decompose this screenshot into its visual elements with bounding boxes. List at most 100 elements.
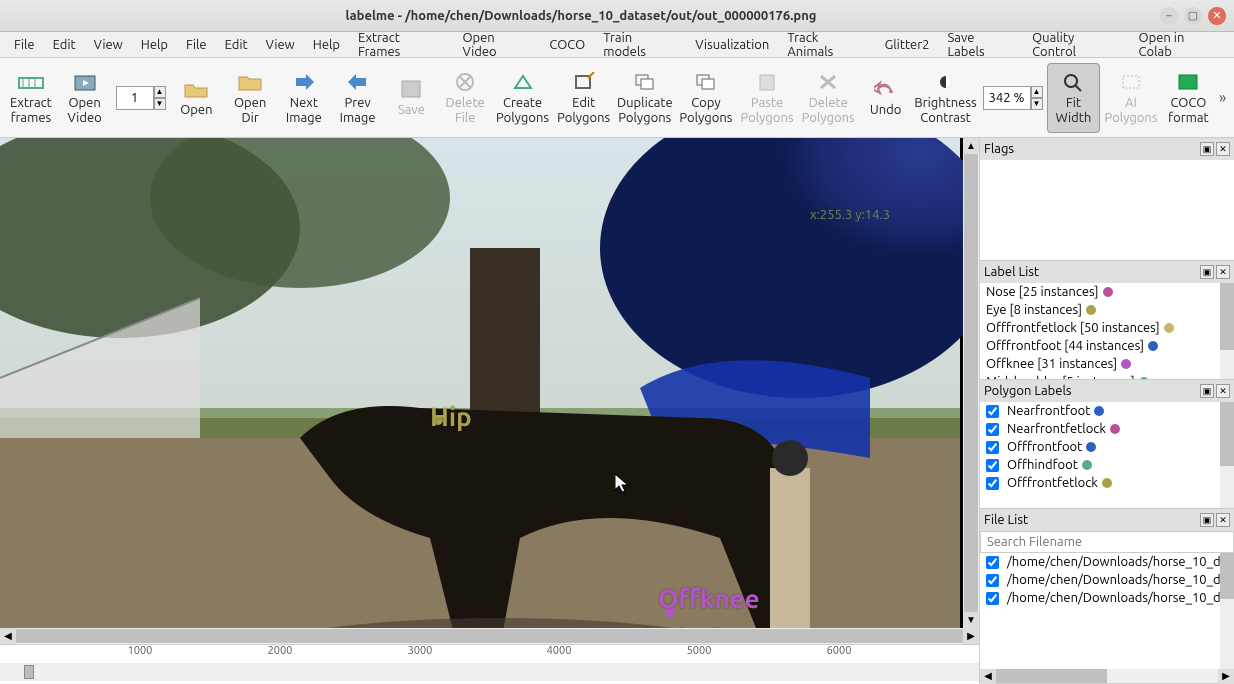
label-list-item[interactable]: Offknee [31 instances] [980, 355, 1234, 373]
frame-number-input[interactable] [116, 86, 154, 110]
file-checkbox[interactable] [986, 592, 999, 605]
polygon-label-item[interactable]: Offfrontfoot [980, 438, 1234, 456]
open-video-button[interactable]: Open Video [58, 63, 112, 133]
keypoint-dot[interactable] [665, 607, 675, 617]
canvas-horizontal-scrollbar[interactable]: ◀ ▶ [0, 628, 979, 644]
file-checkbox[interactable] [986, 574, 999, 587]
label-list-item[interactable]: Offfrontfoot [44 instances] [980, 337, 1234, 355]
zoom-up-button[interactable]: ▲ [1031, 86, 1043, 98]
zoom-input[interactable] [983, 86, 1031, 110]
menu-track-animals[interactable]: Track Animals [779, 28, 874, 62]
canvas-vertical-scrollbar[interactable]: ▲ ▼ [963, 138, 979, 628]
brightness-contrast-button[interactable]: Brightness Contrast [913, 63, 979, 133]
label-list-body[interactable]: Nose [25 instances] Eye [8 instances] Of… [980, 283, 1234, 379]
menu-help-2[interactable]: Help [305, 35, 348, 55]
menu-file[interactable]: File [6, 35, 43, 55]
polygon-label-item[interactable]: Nearfrontfoot [980, 402, 1234, 420]
open-button[interactable]: Open [170, 63, 224, 133]
polygon-labels-undock-button[interactable]: ▣ [1200, 384, 1214, 398]
hscroll-thumb[interactable] [16, 629, 963, 643]
prev-image-button[interactable]: Prev Image [331, 63, 385, 133]
file-hscroll-thumb[interactable] [996, 669, 1107, 683]
polygon-visibility-checkbox[interactable] [986, 405, 999, 418]
edit-polygons-button[interactable]: Edit Polygons [553, 63, 614, 133]
menu-quality-control[interactable]: Quality Control [1024, 28, 1128, 62]
scroll-right-button[interactable]: ▶ [963, 628, 979, 644]
menu-extract-frames[interactable]: Extract Frames [350, 28, 452, 62]
window-close-button[interactable]: ✕ [1208, 7, 1226, 25]
menu-help[interactable]: Help [133, 35, 176, 55]
polygon-labels-scrollbar[interactable] [1220, 402, 1234, 508]
polygon-label-item[interactable]: Offhindfoot [980, 456, 1234, 474]
file-hscroll-left[interactable]: ◀ [980, 668, 996, 684]
menu-file-2[interactable]: File [178, 35, 215, 55]
zoom-spinbox[interactable]: ▲ ▼ [983, 86, 1043, 110]
undo-button[interactable]: Undo [859, 63, 913, 133]
file-hscroll-right[interactable]: ▶ [1218, 668, 1234, 684]
file-list-item[interactable]: /home/chen/Downloads/horse_10_datase [980, 571, 1234, 589]
copy-polygons-button[interactable]: Copy Polygons [675, 63, 736, 133]
file-list-body[interactable]: /home/chen/Downloads/horse_10_datase/hom… [980, 553, 1234, 669]
file-search-input[interactable] [980, 531, 1234, 553]
menu-glitter2[interactable]: Glitter2 [877, 35, 938, 55]
file-hscroll-track[interactable] [996, 669, 1218, 683]
polygon-visibility-checkbox[interactable] [986, 423, 999, 436]
polygon-labels-body[interactable]: Nearfrontfoot Nearfrontfetlock Offfrontf… [980, 402, 1234, 508]
file-list-scroll-thumb[interactable] [1220, 553, 1234, 599]
next-image-button[interactable]: Next Image [277, 63, 331, 133]
flags-undock-button[interactable]: ▣ [1200, 142, 1214, 156]
frame-down-button[interactable]: ▼ [154, 98, 166, 110]
keypoint-dot[interactable] [433, 415, 443, 425]
label-list-scroll-thumb[interactable] [1220, 283, 1234, 350]
frame-up-button[interactable]: ▲ [154, 86, 166, 98]
scroll-up-button[interactable]: ▲ [963, 138, 979, 154]
create-polygons-button[interactable]: Create Polygons [492, 63, 553, 133]
timeline-handle[interactable] [24, 665, 34, 679]
zoom-down-button[interactable]: ▼ [1031, 98, 1043, 110]
menu-edit[interactable]: Edit [45, 35, 84, 55]
extract-frames-button[interactable]: Extract frames [4, 63, 58, 133]
duplicate-polygons-button[interactable]: Duplicate Polygons [614, 63, 675, 133]
toolbar-overflow-button[interactable]: » [1215, 89, 1230, 107]
menu-open-video[interactable]: Open Video [454, 28, 539, 62]
vscroll-track[interactable] [964, 154, 978, 612]
file-list-item[interactable]: /home/chen/Downloads/horse_10_datase [980, 553, 1234, 571]
label-list-item[interactable]: Eye [8 instances] [980, 301, 1234, 319]
coco-format-button[interactable]: COCO format [1162, 63, 1216, 133]
polygon-visibility-checkbox[interactable] [986, 459, 999, 472]
menu-train-models[interactable]: Train models [595, 28, 685, 62]
label-list-item[interactable]: Nose [25 instances] [980, 283, 1234, 301]
frame-spinbox[interactable]: ▲ ▼ [116, 85, 166, 111]
vscroll-thumb[interactable] [964, 154, 978, 612]
label-list-item[interactable]: Offfrontfetlock [50 instances] [980, 319, 1234, 337]
fit-width-button[interactable]: Fit Width [1047, 63, 1101, 133]
menu-view[interactable]: View [86, 35, 131, 55]
file-list-hscrollbar[interactable]: ◀ ▶ [980, 669, 1234, 683]
polygon-visibility-checkbox[interactable] [986, 441, 999, 454]
menu-coco[interactable]: COCO [541, 35, 593, 55]
menu-edit-2[interactable]: Edit [217, 35, 256, 55]
file-checkbox[interactable] [986, 556, 999, 569]
flags-close-button[interactable]: ✕ [1216, 142, 1230, 156]
image-canvas[interactable]: x:255.3 y:14.3 HipOffkneeNearfrontfetloc… [0, 138, 963, 628]
polygon-visibility-checkbox[interactable] [986, 477, 999, 490]
polygon-label-item[interactable]: Nearfrontfetlock [980, 420, 1234, 438]
file-list-item[interactable]: /home/chen/Downloads/horse_10_datase [980, 589, 1234, 607]
open-dir-button[interactable]: Open Dir [223, 63, 277, 133]
hscroll-track[interactable] [16, 629, 963, 643]
menu-open-in-colab[interactable]: Open in Colab [1131, 28, 1228, 62]
window-maximize-button[interactable]: ▢ [1184, 7, 1202, 25]
window-minimize-button[interactable]: – [1160, 7, 1178, 25]
label-list-scrollbar[interactable] [1220, 283, 1234, 379]
label-list-close-button[interactable]: ✕ [1216, 265, 1230, 279]
label-list-item[interactable]: Midshoulder [5 instances] [980, 373, 1234, 379]
menu-view-2[interactable]: View [258, 35, 303, 55]
scroll-left-button[interactable]: ◀ [0, 628, 16, 644]
label-list-undock-button[interactable]: ▣ [1200, 265, 1214, 279]
flags-panel-body[interactable] [980, 160, 1234, 260]
menu-save-labels[interactable]: Save Labels [939, 28, 1022, 62]
timeline-slider[interactable] [0, 663, 979, 681]
scroll-down-button[interactable]: ▼ [963, 612, 979, 628]
file-list-scrollbar[interactable] [1220, 553, 1234, 669]
polygon-labels-scroll-thumb[interactable] [1220, 402, 1234, 466]
